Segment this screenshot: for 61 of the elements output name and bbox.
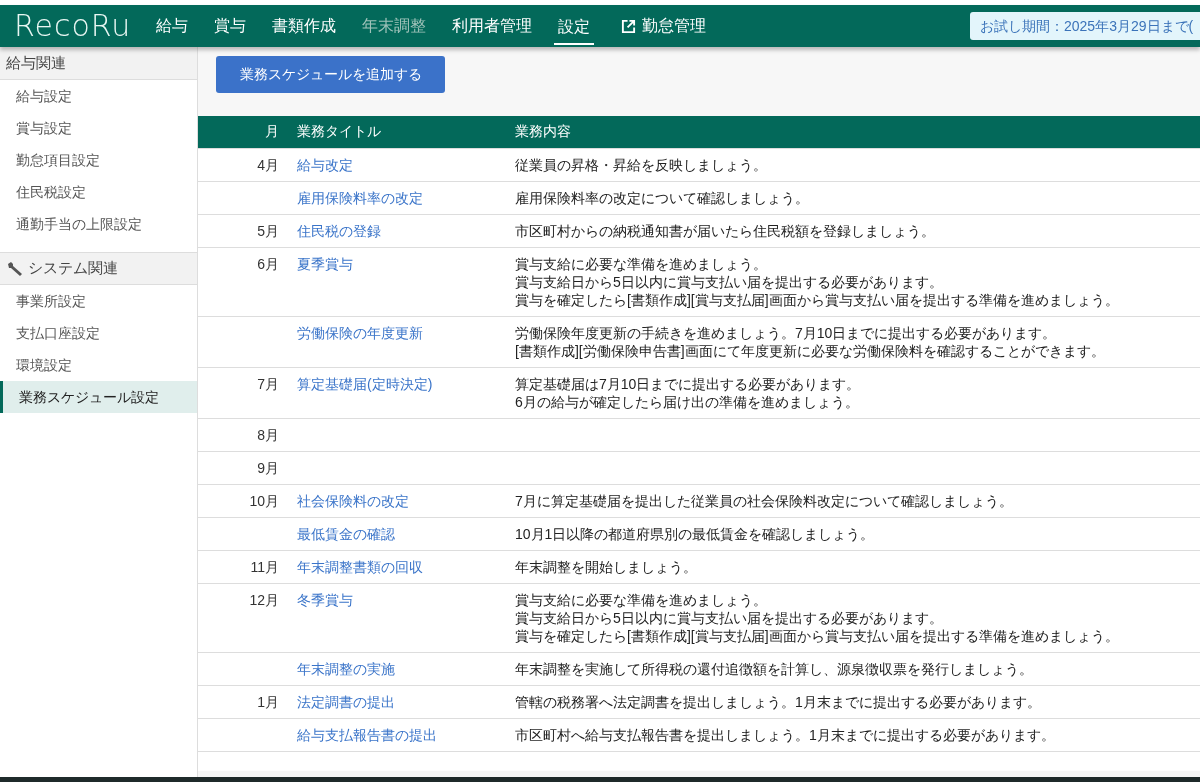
- month-cell: 11月: [250, 558, 279, 575]
- sidebar-item[interactable]: 賞与設定: [0, 112, 197, 144]
- sidebar-item[interactable]: 住民税設定: [0, 176, 197, 208]
- column-header: 業務内容: [515, 116, 1200, 148]
- add-schedule-button[interactable]: 業務スケジュールを追加する: [216, 56, 445, 93]
- month-cell: 1月: [257, 693, 279, 710]
- month-cell: 4月: [257, 156, 279, 173]
- nav-tab[interactable]: 書類作成: [259, 5, 350, 47]
- schedule-description: 管轄の税務署へ法定調書を提出しましょう。1月末までに提出する必要があります。: [515, 692, 1042, 711]
- schedule-title-link[interactable]: 年末調整の実施: [297, 660, 395, 677]
- column-header: 月: [198, 116, 282, 148]
- sidebar-item[interactable]: 勤怠項目設定: [0, 144, 197, 176]
- schedule-title-link[interactable]: 給与改定: [297, 156, 353, 173]
- sidebar-group-header: 給与関連: [0, 47, 197, 80]
- schedule-title-link[interactable]: 住民税の登録: [297, 222, 381, 239]
- sidebar-item[interactable]: 事業所設定: [0, 285, 197, 317]
- sidebar-item[interactable]: 通勤手当の上限設定: [0, 208, 197, 240]
- schedule-description: 年末調整を開始しましょう。: [515, 557, 698, 576]
- month-cell: 6月: [257, 255, 279, 272]
- schedule-title-link[interactable]: 算定基礎届(定時決定): [297, 375, 433, 392]
- schedule-description: 市区町村からの納税通知書が届いたら住民税額を登録しましょう。: [515, 221, 936, 240]
- external-link[interactable]: 勤怠管理: [621, 14, 707, 38]
- schedule-title-link[interactable]: 法定調書の提出: [297, 693, 395, 710]
- sidebar-item[interactable]: 支払口座設定: [0, 317, 197, 349]
- trial-period-badge: お試し期間：2025年3月29日まで(: [970, 12, 1200, 40]
- nav-tab[interactable]: 利用者管理: [439, 5, 546, 47]
- schedule-description: 賞与支給に必要な準備を進めましょう。 賞与支給日から5日以内に賞与支払い届を提出する必要があります。 賞与を確定したら[書類作成][賞与支払届]画面から賞与支払い届を提出する準備を進めましょう。: [515, 254, 1120, 309]
- schedule-description: 7月に算定基礎届を提出した従業員の社会保険料改定について確認しましょう。: [515, 491, 1014, 510]
- nav-tab[interactable]: 給与: [143, 5, 202, 47]
- sidebar-item[interactable]: 給与設定: [0, 80, 197, 112]
- logo[interactable]: RecoRu: [14, 11, 132, 41]
- schedule-title-link[interactable]: 雇用保険料率の改定: [297, 189, 423, 206]
- month-cell: 12月: [249, 591, 279, 608]
- sidebar-item[interactable]: 環境設定: [0, 349, 197, 381]
- month-cell: 8月: [257, 426, 279, 443]
- schedule-description: 労働保険年度更新の手続きを進めましょう。7月10日までに提出する必要があります。 [書類作成][労働保険申告書]画面にて年度更新に必要な労働保険料を確認することができます。: [515, 323, 1106, 360]
- nav-tab[interactable]: 賞与: [201, 5, 260, 47]
- schedule-description: 雇用保険料率の改定について確認しましょう。: [515, 188, 810, 207]
- schedule-description: 従業員の昇格・昇給を反映しましょう。: [515, 155, 768, 174]
- schedule-title-link[interactable]: 冬季賞与: [297, 591, 353, 608]
- schedule-title-link[interactable]: 年末調整書類の回収: [297, 558, 423, 575]
- schedule-description: 10月1日以降の都道府県別の最低賃金を確認しましょう。: [515, 524, 876, 543]
- schedule-title-link[interactable]: 給与支払報告書の提出: [297, 726, 437, 743]
- wrench-icon: [6, 260, 24, 277]
- schedule-title-link[interactable]: 夏季賞与: [297, 255, 353, 272]
- schedule-description: 算定基礎届は7月10日までに提出する必要があります。 6月の給与が確定したら届け出の準備を進めましょう。: [515, 374, 862, 411]
- month-cell: 9月: [257, 459, 279, 476]
- external-link-icon: [621, 18, 637, 34]
- column-header: 業務タイトル: [282, 116, 515, 148]
- schedule-title-link[interactable]: 労働保険の年度更新: [297, 324, 423, 341]
- schedule-description: 賞与支給に必要な準備を進めましょう。 賞与支給日から5日以内に賞与支払い届を提出する必要があります。 賞与を確定したら[書類作成][賞与支払届]画面から賞与支払い届を提出する準備を進めましょう。: [515, 590, 1120, 645]
- nav-tab[interactable]: 設定: [545, 5, 604, 47]
- sidebar-item[interactable]: 業務スケジュール設定: [0, 381, 197, 413]
- month-cell: 5月: [257, 222, 279, 239]
- sidebar-group-title: システム関連: [28, 258, 118, 279]
- schedule-title-link[interactable]: 最低賃金の確認: [297, 525, 395, 542]
- schedule-description: 市区町村へ給与支払報告書を提出しましょう。1月末までに提出する必要があります。: [515, 725, 1056, 744]
- schedule-title-link[interactable]: 社会保険料の改定: [297, 492, 409, 509]
- month-cell: 7月: [257, 375, 279, 392]
- month-cell: 10月: [249, 492, 279, 509]
- schedule-description: 年末調整を実施して所得税の還付追徴額を計算し、源泉徴収票を発行しましょう。: [515, 659, 1034, 678]
